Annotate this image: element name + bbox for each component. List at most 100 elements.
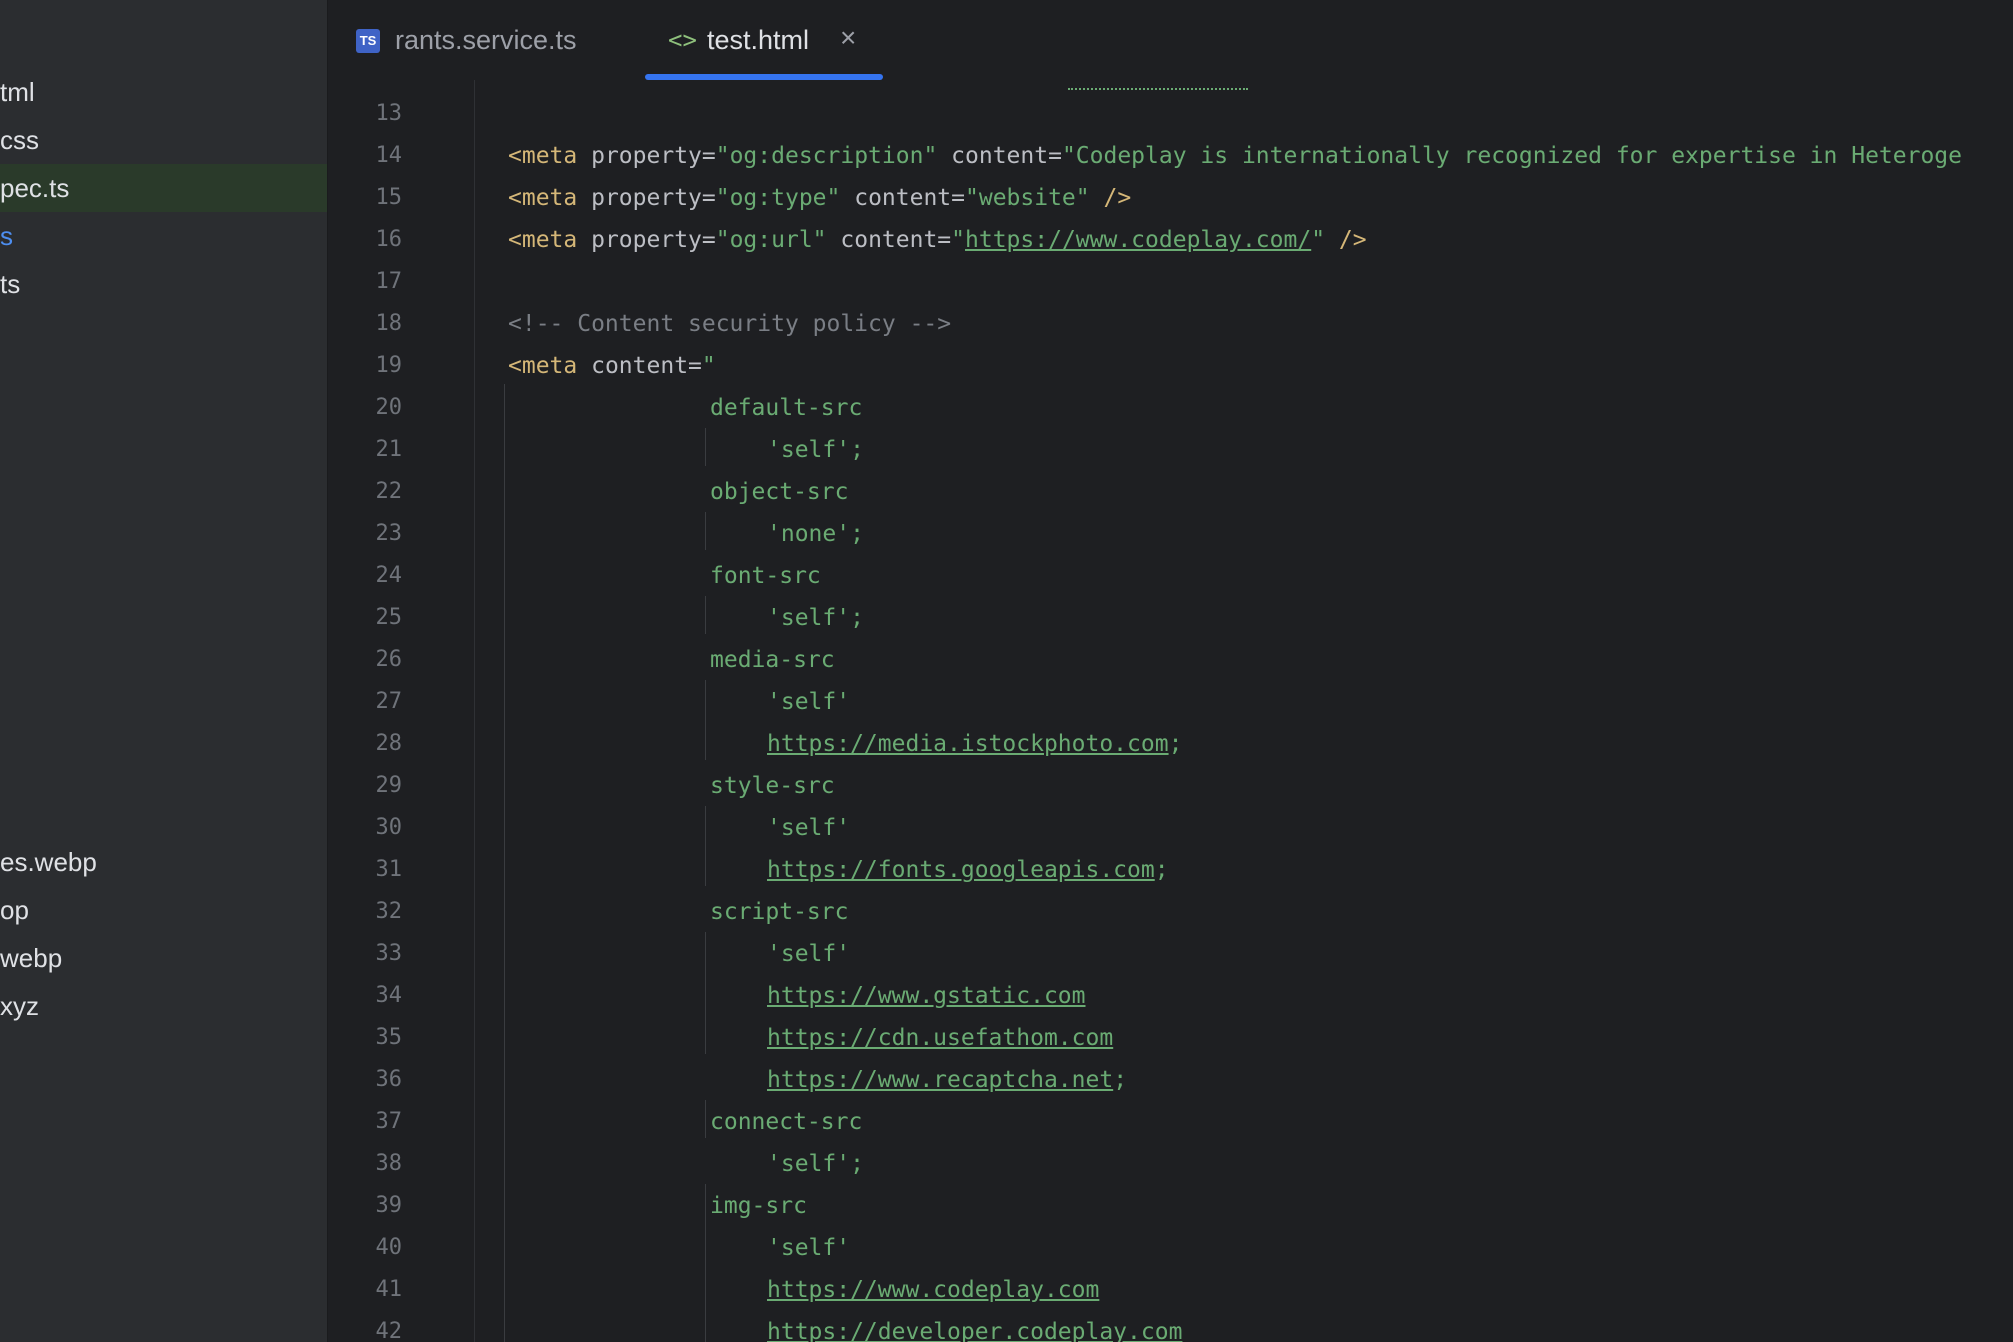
tag-token: <meta [508,185,578,211]
line-number: 35 [375,1025,403,1050]
string-token: ; [1168,731,1183,757]
tag-token: <meta [508,353,578,379]
line-number: 32 [375,899,403,924]
string-token: "og:type" [715,185,841,211]
string-token: 'self' [767,1235,851,1261]
code-line: 38 'self'; [328,1143,2013,1185]
file-tree-item[interactable]: webp [0,934,327,982]
file-tree-item[interactable]: s [0,212,327,260]
project-sidebar: tml css pec.ts s ts es.webp op webp xyz [0,0,328,1342]
code-editor[interactable]: 13 14 <meta property="og:description" co… [328,80,2013,1342]
code-text: https://developer.codeplay.com [767,1311,1182,1342]
code-line: 33 'self' [328,933,2013,975]
code-line: 28 https://media.istockphoto.com; [328,723,2013,765]
string-token: connect-src [710,1109,863,1135]
string-token: "website" [965,185,1090,211]
line-number: 27 [375,689,403,714]
code-line: 16 <meta property="og:url" content="http… [328,219,2013,261]
code-line: 39 img-src [328,1185,2013,1227]
code-text: <meta property="og:type" content="websit… [508,177,1131,219]
string-token: media-src [710,647,835,673]
attr-token: content= [951,143,1062,169]
string-token: 'self' [767,941,851,967]
code-text: <meta content=" [508,345,716,387]
string-token: ; [1113,1067,1128,1093]
string-token: " [951,227,966,253]
code-line: 15 <meta property="og:type" content="web… [328,177,2013,219]
file-tree-item-label: ts [0,269,21,299]
tag-token: <meta [508,227,578,253]
attr-token: content= [591,353,702,379]
url-link[interactable]: https://cdn.usefathom.com [767,1025,1113,1051]
tab-rants-service[interactable]: TS rants.service.ts [328,0,628,80]
line-number: 39 [375,1193,403,1218]
file-tree-item[interactable]: xyz [0,982,327,1030]
tab-label: test.html [707,25,810,55]
file-tree-item[interactable]: op [0,886,327,934]
file-tree-item[interactable]: tml [0,68,327,116]
code-line: 22 object-src [328,471,2013,513]
code-line: 20 default-src [328,387,2013,429]
file-tree-item-label: es.webp [0,847,97,877]
close-tab-icon[interactable]: × [840,20,856,56]
string-token: " [701,353,716,379]
string-token: default-src [710,395,863,421]
file-tree-item[interactable]: css [0,116,327,164]
code-line: 36 https://www.recaptcha.net; [328,1059,2013,1101]
code-line: 35 https://cdn.usefathom.com [328,1017,2013,1059]
line-number: 20 [375,395,403,420]
string-token: 'self'; [767,605,864,631]
attr-token: content= [854,185,965,211]
line-number: 28 [375,731,403,756]
string-token: script-src [710,899,849,925]
code-line: 13 [328,93,2013,135]
tag-token: <meta [508,143,578,169]
file-tree-item-label: tml [0,77,35,107]
code-text: <meta property="og:url" content="https:/… [508,219,1367,261]
code-line: 21 'self'; [328,429,2013,471]
line-number: 30 [375,815,403,840]
file-tree-item[interactable]: es.webp [0,838,327,886]
code-line: 17 [328,261,2013,303]
string-token: "og:url" [715,227,827,253]
url-link[interactable]: https://www.gstatic.com [767,983,1086,1009]
url-link[interactable]: https://www.codeplay.com/ [965,227,1311,253]
line-number: 23 [375,521,403,546]
code-text: <meta property="og:description" content=… [508,135,1962,177]
attr-token: property= [591,227,716,253]
line-number: 13 [375,101,403,126]
line-number: 31 [375,857,403,882]
url-link[interactable]: https://www.codeplay.com [767,1277,1099,1303]
line-number: 34 [375,983,403,1008]
file-tree-item[interactable]: ts [0,260,327,308]
url-link[interactable]: https://fonts.googleapis.com [767,857,1155,883]
code-line: 27 'self' [328,681,2013,723]
url-link[interactable]: https://media.istockphoto.com [767,731,1169,757]
code-text: https://www.gstatic.com [767,975,1086,1017]
string-token: "Codeplay is internationally recognized … [1061,143,1963,169]
code-line: 23 'none'; [328,513,2013,555]
comment-token: <!-- Content security policy --> [508,311,952,337]
code-line: 40 'self' [328,1227,2013,1269]
tag-token: /> [1338,227,1367,253]
file-tree-item-selected[interactable]: pec.ts [0,164,327,212]
string-token: ; [1154,857,1169,883]
url-link[interactable]: https://developer.codeplay.com [767,1319,1182,1342]
file-tree-item-label: s [0,221,13,251]
html-file-icon: <> [668,26,697,54]
code-line: 14 <meta property="og:description" conte… [328,135,2013,177]
code-line: 34 https://www.gstatic.com [328,975,2013,1017]
line-number: 33 [375,941,403,966]
string-token: img-src [710,1193,807,1219]
code-line: 25 'self'; [328,597,2013,639]
string-token: " [1311,227,1326,253]
line-number: 21 [375,437,403,462]
code-line: 18 <!-- Content security policy --> [328,303,2013,345]
code-text: https://fonts.googleapis.com; [767,849,1169,891]
code-line: 41 https://www.codeplay.com [328,1269,2013,1311]
code-line: 37 connect-src [328,1101,2013,1143]
line-number: 36 [375,1067,403,1092]
line-number: 22 [375,479,403,504]
url-link[interactable]: https://www.recaptcha.net [767,1067,1113,1093]
line-number: 40 [375,1235,403,1260]
